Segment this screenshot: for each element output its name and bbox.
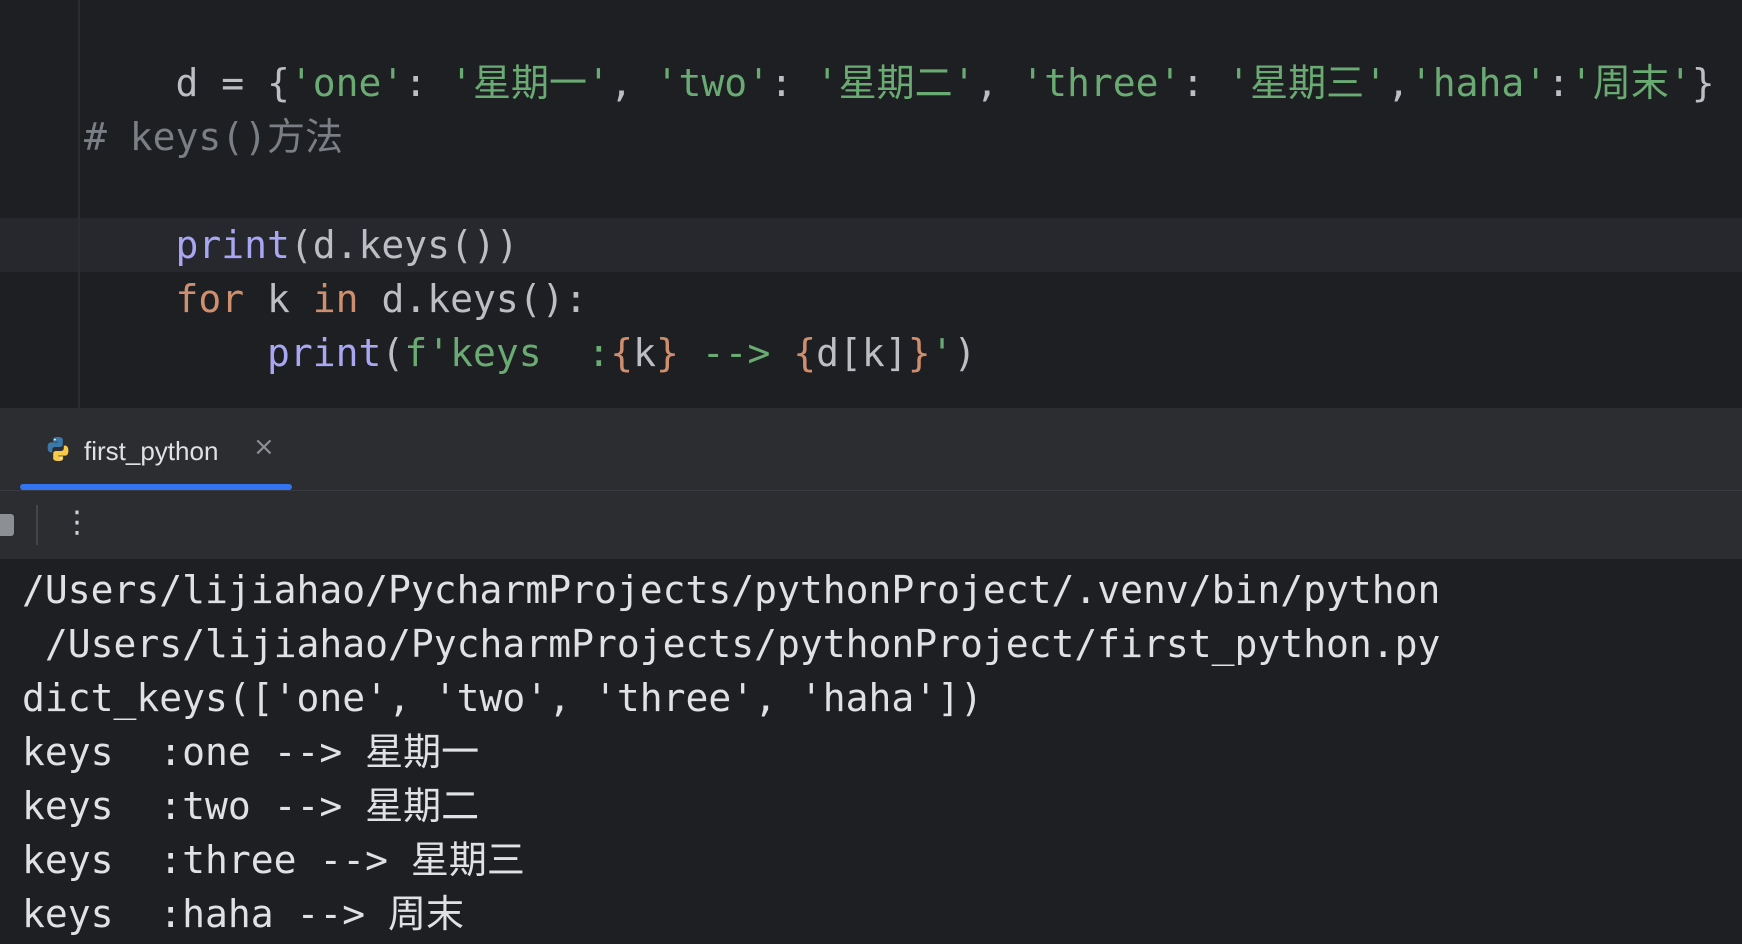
code-token: , <box>1386 61 1410 105</box>
code-line-comment[interactable]: # keys()方法 <box>84 110 343 164</box>
code-token: '周末' <box>1570 61 1692 105</box>
code-token: : <box>1547 61 1571 105</box>
toolbar-divider <box>36 505 38 545</box>
console-line: dict_keys(['one', 'two', 'three', 'haha'… <box>22 676 983 720</box>
code-line-for[interactable]: for k in d.keys(): <box>84 218 588 321</box>
console-line: /Users/lijiahao/PycharmProjects/pythonPr… <box>22 568 1441 612</box>
run-toolbar: ⋮ <box>0 491 1742 559</box>
code-token: : <box>404 61 451 105</box>
code-token: } <box>656 331 679 375</box>
console-line: keys :three --> 星期三 <box>22 838 525 882</box>
code-line-fprint[interactable]: print(f'keys :{k} --> {d[k]}') <box>84 272 976 375</box>
gutter-divider <box>78 0 80 408</box>
code-token: d[k] <box>816 331 908 375</box>
code-token: , <box>975 61 1022 105</box>
code-token: ( <box>381 331 405 375</box>
code-token: '星期二' <box>815 61 976 105</box>
run-tab-first-python[interactable]: first_python × <box>20 408 292 490</box>
console-line: /Users/lijiahao/PycharmProjects/pythonPr… <box>22 622 1441 666</box>
console-line: keys :one --> 星期一 <box>22 730 480 774</box>
code-token: } <box>1691 61 1715 105</box>
stop-icon[interactable] <box>0 514 14 536</box>
code-token: f'keys : <box>404 331 611 375</box>
code-token: 'three' <box>1021 61 1182 105</box>
code-token: , <box>609 61 656 105</box>
code-token: ) <box>953 331 977 375</box>
code-token: 'haha' <box>1409 61 1548 105</box>
code-token: 'two' <box>655 61 770 105</box>
code-token: --> <box>678 331 794 375</box>
code-token: '星期一' <box>450 61 610 105</box>
code-token: : <box>1181 61 1228 105</box>
run-tab-label: first_python <box>84 436 219 466</box>
close-icon[interactable]: × <box>253 432 275 462</box>
code-token: ' <box>930 331 954 375</box>
code-token: } <box>907 331 931 375</box>
python-icon <box>47 437 69 461</box>
code-token: d = { <box>175 61 290 105</box>
code-token: : <box>769 61 816 105</box>
code-editor[interactable]: d = {'one': '星期一', 'two': '星期二', 'three'… <box>0 0 1742 408</box>
console-line: keys :haha --> 周末 <box>22 892 465 936</box>
code-line-dict[interactable]: d = {'one': '星期一', 'two': '星期二', 'three'… <box>84 2 1715 105</box>
code-token: { <box>793 331 817 375</box>
code-token: 'one' <box>289 61 405 105</box>
console-line: keys :two --> 星期二 <box>22 784 480 828</box>
code-token: '星期三' <box>1227 61 1387 105</box>
more-options-icon[interactable]: ⋮ <box>62 503 92 543</box>
code-line-print[interactable]: print(d.keys()) <box>84 164 519 267</box>
active-tab-indicator <box>20 484 292 490</box>
code-token: print <box>267 331 382 375</box>
run-tool-window-header: first_python × <box>0 408 1742 491</box>
run-console-output[interactable]: /Users/lijiahao/PycharmProjects/pythonPr… <box>0 559 1742 944</box>
code-token: { <box>610 331 634 375</box>
code-token: k <box>633 331 656 375</box>
